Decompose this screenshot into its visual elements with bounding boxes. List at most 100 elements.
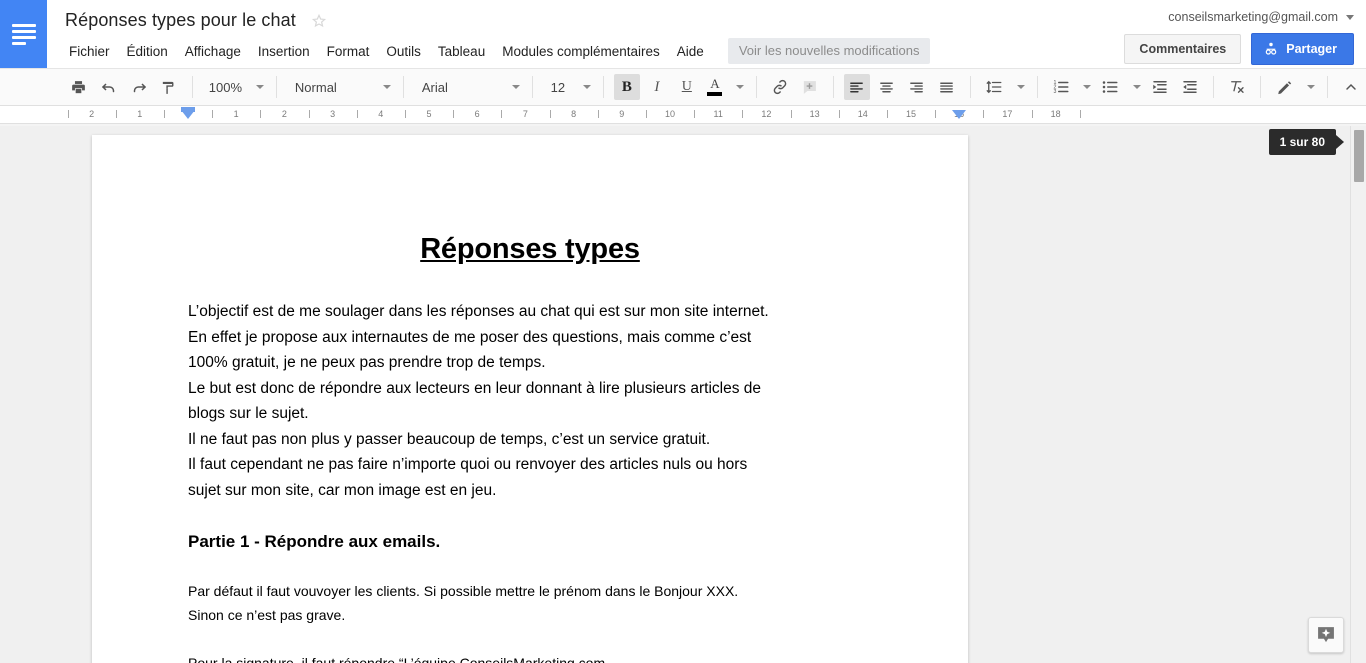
toolbar-separator xyxy=(191,76,193,98)
font-size-value: 12 xyxy=(550,79,566,95)
indent-increase-icon[interactable] xyxy=(1177,74,1203,100)
link-icon[interactable] xyxy=(767,74,793,100)
document-paragraph-1: L’objectif est de me soulager dans les r… xyxy=(188,303,769,499)
right-indent-marker[interactable] xyxy=(952,110,967,119)
text-color-swatch xyxy=(707,92,723,96)
document-page[interactable]: Réponses types L’objectif est de me soul… xyxy=(92,135,968,663)
ruler-tick-label: 12 xyxy=(761,109,772,119)
document-title[interactable]: Réponses types pour le chat xyxy=(65,9,296,31)
toolbar-separator xyxy=(602,76,604,98)
document-ruler[interactable]: 2 1 1 2 3 4 5 6 7 8 9 10 11 12 13 14 15 16 17 18 xyxy=(0,106,1366,124)
bold-button[interactable]: B xyxy=(613,74,640,100)
align-justify-icon[interactable] xyxy=(934,74,960,100)
add-comment-icon[interactable] xyxy=(797,74,823,100)
chevron-down-icon[interactable] xyxy=(736,85,745,89)
ruler-tick xyxy=(212,110,214,118)
docs-logo-lines xyxy=(11,23,36,45)
svg-text:3: 3 xyxy=(1053,89,1056,95)
font-family-value: Arial xyxy=(421,79,448,95)
redo-icon[interactable] xyxy=(126,74,152,100)
ruler-tick-label: 14 xyxy=(857,109,868,119)
pencil-icon[interactable] xyxy=(1271,74,1297,100)
text-color-label: A xyxy=(710,76,720,91)
menu-insertion[interactable]: Insertion xyxy=(251,41,317,62)
document-subheading: Partie 1 - Répondre aux emails. xyxy=(188,532,441,552)
share-label: Partager xyxy=(1286,42,1337,56)
see-new-changes-button[interactable]: Voir les nouvelles modifications xyxy=(727,38,931,64)
clear-formatting-icon[interactable] xyxy=(1224,74,1250,100)
underline-button[interactable]: U xyxy=(674,74,700,100)
underline-label: U xyxy=(681,79,692,94)
ruler-tick xyxy=(549,110,551,118)
first-line-indent-marker[interactable] xyxy=(181,107,195,112)
align-left-icon[interactable] xyxy=(843,74,870,100)
chevron-down-icon xyxy=(256,85,264,89)
menu-fichier[interactable]: Fichier xyxy=(62,41,117,62)
ruler-tick-label: 4 xyxy=(378,109,384,119)
zoom-level-value: 100% xyxy=(208,79,243,95)
italic-button[interactable]: I xyxy=(644,74,670,100)
chevron-down-icon[interactable] xyxy=(1083,85,1092,89)
docs-menu-icon[interactable] xyxy=(0,0,47,68)
zoom-level-dropdown[interactable]: 100% xyxy=(201,74,268,100)
numbered-list-icon[interactable]: 123 xyxy=(1048,74,1074,100)
ruler-tick xyxy=(356,110,358,118)
align-center-icon[interactable] xyxy=(874,74,900,100)
ruler-tick-label: 5 xyxy=(426,109,432,119)
header-right: conseilsmarketing@gmail.com Commentaires… xyxy=(1124,0,1354,68)
document-paragraph-2: Par défaut il faut vouvoyer les clients.… xyxy=(188,583,739,623)
ruler-tick xyxy=(260,110,262,118)
chevron-down-icon[interactable] xyxy=(1307,85,1316,89)
ruler-tick-label: 17 xyxy=(1002,109,1013,119)
share-button[interactable]: Partager xyxy=(1251,33,1354,65)
ruler-tick xyxy=(1031,110,1033,118)
page-indicator-label: 1 sur 80 xyxy=(1268,129,1336,155)
bulleted-list-icon[interactable] xyxy=(1097,74,1123,100)
menu-outils[interactable]: Outils xyxy=(379,41,428,62)
ruler-tick-label: 8 xyxy=(571,109,577,119)
scrollbar-thumb[interactable] xyxy=(1354,130,1364,182)
ruler-tick xyxy=(453,110,455,118)
ruler-tick xyxy=(645,110,647,118)
menu-tableau[interactable]: Tableau xyxy=(431,41,492,62)
star-outline-icon[interactable] xyxy=(310,12,328,30)
menu-format[interactable]: Format xyxy=(320,41,377,62)
document-canvas: Réponses types L’objectif est de me soul… xyxy=(0,126,1366,663)
italic-label: I xyxy=(654,78,660,95)
formatting-toolbar: 100% Normal Arial 12 B I U A 1 2 3 xyxy=(0,68,1366,106)
ruler-tick-label: 1 xyxy=(233,109,239,119)
chevron-down-icon[interactable] xyxy=(1133,85,1142,89)
vertical-scrollbar[interactable] xyxy=(1350,126,1366,663)
comments-button[interactable]: Commentaires xyxy=(1124,34,1242,64)
print-icon[interactable] xyxy=(66,74,92,100)
ruler-scale: 2 1 1 2 3 4 5 6 7 8 9 10 11 12 13 14 15 16 17 18 xyxy=(67,106,1366,123)
menu-aide[interactable]: Aide xyxy=(670,41,711,62)
undo-icon[interactable] xyxy=(96,74,122,100)
ruler-tick-label: 6 xyxy=(474,109,480,119)
paint-format-icon[interactable] xyxy=(156,74,182,100)
font-family-dropdown[interactable]: Arial xyxy=(412,74,524,100)
ruler-tick xyxy=(501,110,503,118)
menu-modules-complementaires[interactable]: Modules complémentaires xyxy=(495,41,667,62)
chevron-up-icon[interactable] xyxy=(1338,74,1364,100)
chevron-down-icon[interactable] xyxy=(1016,85,1025,89)
menu-affichage[interactable]: Affichage xyxy=(178,41,248,62)
toolbar-separator xyxy=(969,76,971,98)
explore-button[interactable] xyxy=(1308,617,1344,653)
font-size-dropdown[interactable]: 12 xyxy=(541,74,595,100)
indent-decrease-icon[interactable] xyxy=(1147,74,1173,100)
header-buttons: Commentaires Partager xyxy=(1124,33,1354,65)
align-right-icon[interactable] xyxy=(904,74,930,100)
text-color-button[interactable]: A xyxy=(704,74,726,100)
ruler-tick-label: 3 xyxy=(330,109,336,119)
page-indicator-arrow xyxy=(1336,135,1344,149)
paragraph-style-dropdown[interactable]: Normal xyxy=(285,74,395,100)
chevron-down-icon xyxy=(511,85,520,89)
line-spacing-icon[interactable] xyxy=(981,74,1007,100)
ruler-tick xyxy=(115,110,117,118)
menu-edition[interactable]: Édition xyxy=(120,41,175,62)
account-row[interactable]: conseilsmarketing@gmail.com xyxy=(1168,7,1354,27)
paragraph-style-value: Normal xyxy=(294,79,337,95)
